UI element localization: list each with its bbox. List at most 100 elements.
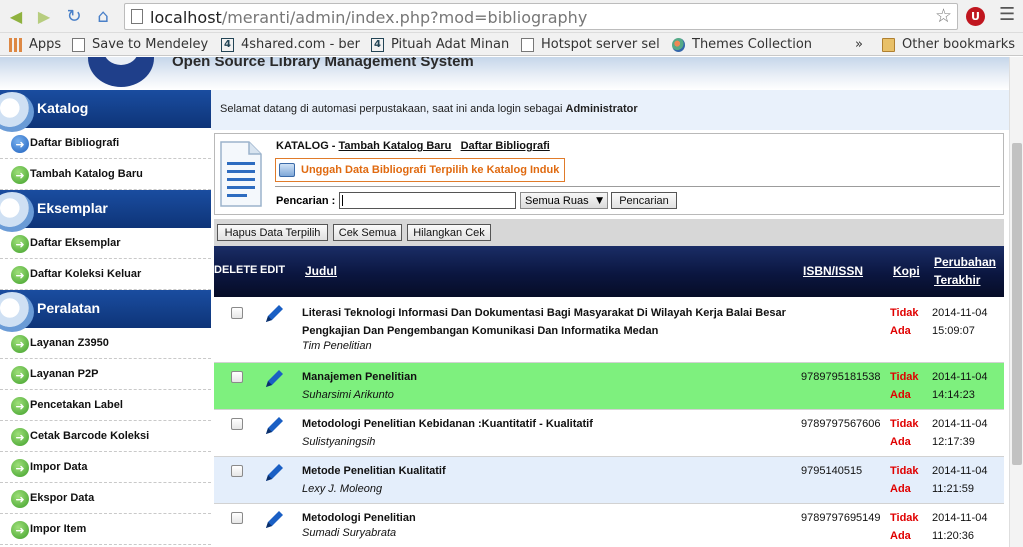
- search-field-select[interactable]: Semua Ruas ▼: [520, 192, 608, 209]
- sidebar-item-z3950[interactable]: ➜ Layanan Z3950: [0, 328, 211, 359]
- 4shared-icon: 4: [371, 37, 384, 52]
- row-isbn: 9789797695149: [801, 512, 881, 524]
- row-checkbox[interactable]: [231, 465, 243, 477]
- row-isbn: 9795140515: [801, 465, 863, 477]
- home-icon[interactable]: ⌂: [93, 6, 113, 27]
- col-title-sort[interactable]: Judul: [305, 264, 337, 278]
- row-checkbox[interactable]: [231, 512, 243, 524]
- forward-arrow-icon[interactable]: ▶: [34, 7, 54, 26]
- search-input[interactable]: [339, 192, 516, 209]
- browser-menu-icon[interactable]: ☰: [999, 6, 1015, 24]
- table-row: Literasi Teknologi Informasi Dan Dokumen…: [214, 297, 1004, 363]
- arrow-right-icon: ➜: [11, 459, 29, 477]
- bookmark-apps[interactable]: Apps: [9, 36, 67, 53]
- row-checkbox[interactable]: [231, 371, 243, 383]
- bookmark-themes[interactable]: Themes Collection: [672, 36, 814, 53]
- sidebar-item-daftar-bibliografi[interactable]: ➜ Daftar Bibliografi: [0, 128, 211, 159]
- sidebar-item-cetak-barcode[interactable]: ➜ Cetak Barcode Koleksi: [0, 421, 211, 452]
- globe-icon: [0, 292, 34, 332]
- row-checkbox[interactable]: [231, 307, 243, 319]
- back-arrow-icon[interactable]: ◀: [6, 7, 26, 26]
- document-icon: [220, 141, 262, 207]
- page-viewport: Open Source Library Management System Ka…: [0, 57, 1009, 547]
- catalog-panel: KATALOG - Tambah Katalog Baru Daftar Bib…: [214, 133, 1004, 215]
- row-title[interactable]: Manajemen Penelitian: [302, 368, 792, 386]
- bibliography-table: Literasi Teknologi Informasi Dan Dokumen…: [214, 297, 1004, 547]
- pencil-edit-icon[interactable]: [262, 367, 286, 391]
- row-author: Lexy J. Moleong: [302, 483, 383, 495]
- upload-icon: [279, 163, 295, 177]
- globe-icon: [0, 92, 34, 132]
- browser-toolbar: ◀ ▶ ↻ ⌂ localhost/meranti/admin/index.ph…: [0, 0, 1023, 33]
- row-author: Suharsimi Arikunto: [302, 389, 394, 401]
- pencil-edit-icon[interactable]: [262, 414, 286, 438]
- row-last-updated: 2014-11-04 12:17:39: [932, 418, 988, 448]
- bookmark-hotspot[interactable]: Hotspot server sel: [521, 36, 663, 53]
- row-title[interactable]: Literasi Teknologi Informasi Dan Dokumen…: [302, 304, 792, 340]
- row-title[interactable]: Metodologi Penelitian Kebidanan :Kuantit…: [302, 415, 792, 433]
- site-header: Open Source Library Management System: [0, 57, 1009, 90]
- bookmark-mendeley[interactable]: Save to Mendeley: [72, 36, 214, 53]
- row-author: Sulistyaningsih: [302, 436, 376, 448]
- col-updated-sort[interactable]: Perubahan: [934, 255, 996, 269]
- row-author: Tim Penelitian: [302, 340, 372, 352]
- check-all-button[interactable]: Cek Semua: [333, 224, 402, 241]
- pencil-edit-icon[interactable]: [262, 508, 286, 532]
- row-title[interactable]: Metode Penelitian Kualitatif: [302, 462, 792, 480]
- page-icon: [131, 9, 143, 24]
- address-bar[interactable]: localhost/meranti/admin/index.php?mod=bi…: [124, 3, 958, 30]
- daftar-bibliografi-link[interactable]: Daftar Bibliografi: [461, 140, 550, 152]
- sidebar-item-impor-item[interactable]: ➜ Impor Item: [0, 514, 211, 545]
- pencil-edit-icon[interactable]: [262, 302, 286, 326]
- arrow-right-icon: ➜: [11, 266, 29, 284]
- sidebar-item-koleksi-keluar[interactable]: ➜ Daftar Koleksi Keluar: [0, 259, 211, 290]
- row-copies: Tidak Ada: [890, 307, 919, 337]
- sidebar-item-ekspor-data[interactable]: ➜ Ekspor Data: [0, 483, 211, 514]
- other-bookmarks[interactable]: Other bookmarks: [882, 36, 1020, 53]
- reload-icon[interactable]: ↻: [64, 6, 84, 27]
- sidebar: Katalog ➜ Daftar Bibliografi ➜ Tambah Ka…: [0, 90, 211, 547]
- url-text[interactable]: localhost/meranti/admin/index.php?mod=bi…: [150, 8, 587, 27]
- table-row: Metodologi Penelitian Kebidanan :Kuantit…: [214, 410, 1004, 457]
- row-title[interactable]: Metodologi Penelitian: [302, 509, 792, 527]
- catalog-nav: KATALOG - Tambah Katalog Baru Daftar Bib…: [276, 140, 550, 152]
- col-updated-sort-line2[interactable]: Terakhir: [934, 273, 980, 287]
- bookmark-star-icon[interactable]: ☆: [935, 5, 952, 27]
- row-checkbox[interactable]: [231, 418, 243, 430]
- pencil-edit-icon[interactable]: [262, 461, 286, 485]
- tambah-katalog-link[interactable]: Tambah Katalog Baru: [339, 140, 452, 152]
- delete-selected-button[interactable]: Hapus Data Terpilih: [217, 224, 328, 241]
- arrow-right-icon: ➜: [11, 490, 29, 508]
- arrow-right-icon: ➜: [11, 428, 29, 446]
- row-isbn: 9789797567606: [801, 418, 881, 430]
- arrow-right-icon: ➜: [11, 135, 29, 153]
- sidebar-item-impor-data[interactable]: ➜ Impor Data: [0, 452, 211, 483]
- row-last-updated: 2014-11-04 11:20:36: [932, 512, 988, 542]
- page-scrollbar[interactable]: [1009, 57, 1023, 547]
- arrow-right-icon: ➜: [11, 397, 29, 415]
- extension-icon[interactable]: U: [966, 7, 985, 26]
- col-copies-sort[interactable]: Kopi: [893, 264, 920, 278]
- arrow-right-icon: ➜: [11, 335, 29, 353]
- sidebar-item-pencetakan-label[interactable]: ➜ Pencetakan Label: [0, 390, 211, 421]
- arrow-right-icon: ➜: [11, 521, 29, 539]
- sidebar-item-p2p[interactable]: ➜ Layanan P2P: [0, 359, 211, 390]
- arrow-right-icon: ➜: [11, 166, 29, 184]
- sidebar-item-daftar-eksemplar[interactable]: ➜ Daftar Eksemplar: [0, 228, 211, 259]
- upload-to-union-catalog-button[interactable]: Unggah Data Bibliografi Terpilih ke Kata…: [275, 158, 565, 182]
- apps-grid-icon: [9, 37, 22, 52]
- bookmark-pituah-adat[interactable]: 4 Pituah Adat Minan: [371, 36, 513, 53]
- col-isbn-sort[interactable]: ISBN/ISSN: [803, 264, 863, 278]
- search-label: Pencarian :: [276, 195, 336, 207]
- uncheck-all-button[interactable]: Hilangkan Cek: [407, 224, 491, 241]
- search-button[interactable]: Pencarian: [611, 192, 677, 209]
- sidebar-item-tambah-katalog[interactable]: ➜ Tambah Katalog Baru: [0, 159, 211, 190]
- logged-in-user: Administrator: [565, 103, 638, 115]
- more-bookmarks-chevron[interactable]: »: [855, 36, 869, 53]
- row-copies: Tidak Ada: [890, 512, 919, 542]
- page-icon: [521, 37, 534, 52]
- bookmark-4shared[interactable]: 4 4shared.com - ber: [221, 36, 361, 53]
- bookmarks-bar: Apps Save to Mendeley 4 4shared.com - ber…: [0, 33, 1023, 56]
- scrollbar-thumb[interactable]: [1012, 143, 1022, 465]
- dropdown-caret-icon: ▼: [596, 195, 603, 206]
